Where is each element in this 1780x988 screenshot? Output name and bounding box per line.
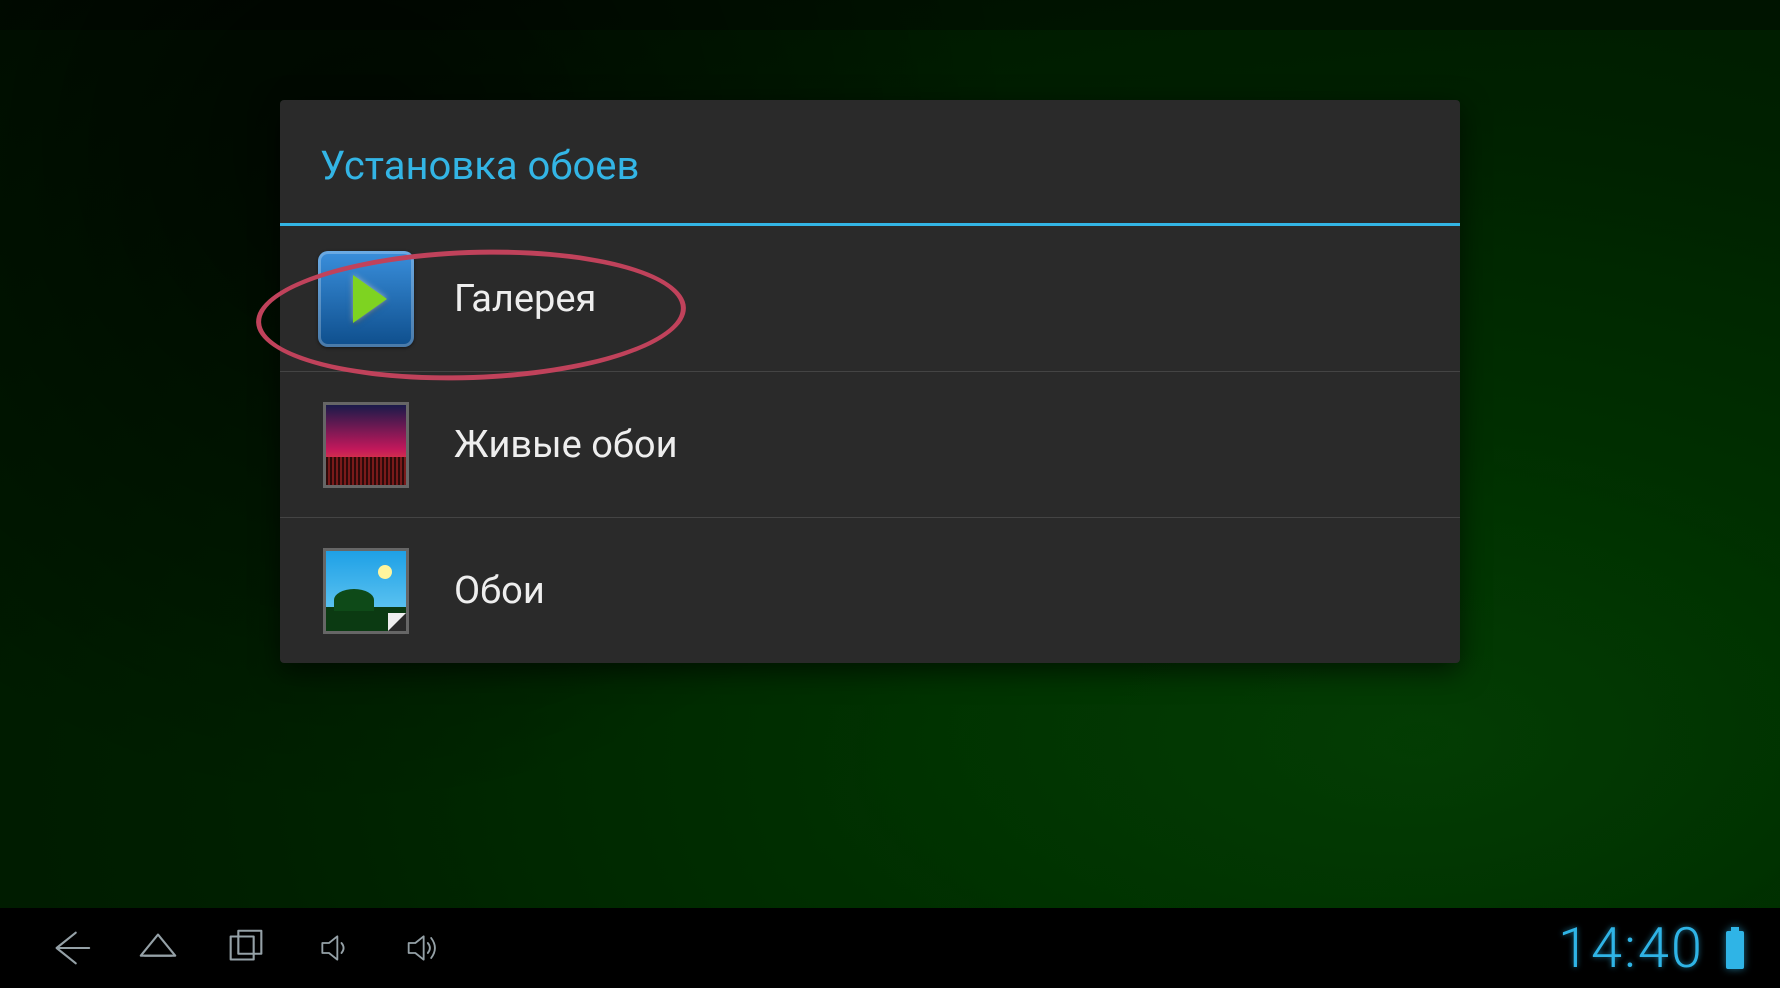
home-icon <box>135 925 181 971</box>
gallery-icon <box>318 251 414 347</box>
status-bar <box>0 0 1780 30</box>
recent-apps-button[interactable] <box>202 918 290 978</box>
volume-down-icon <box>314 928 354 968</box>
battery-icon <box>1724 927 1746 969</box>
back-button[interactable] <box>26 918 114 978</box>
option-label: Живые обои <box>454 423 678 467</box>
volume-up-icon <box>402 928 442 968</box>
back-icon <box>47 925 93 971</box>
home-button[interactable] <box>114 918 202 978</box>
dialog-title: Установка обоев <box>280 100 1460 226</box>
option-label: Обои <box>454 569 545 613</box>
recent-apps-icon <box>223 925 269 971</box>
option-live-wallpapers[interactable]: Живые обои <box>280 372 1460 518</box>
clock[interactable]: 14:40 <box>1558 915 1704 981</box>
volume-up-button[interactable] <box>378 918 466 978</box>
option-wallpapers[interactable]: Обои <box>280 518 1460 663</box>
wallpapers-icon <box>318 543 414 639</box>
battery-indicator[interactable] <box>1724 927 1746 969</box>
set-wallpaper-dialog: Установка обоев Галерея Живые обои Обои <box>280 100 1460 663</box>
live-wallpaper-icon <box>318 397 414 493</box>
option-label: Галерея <box>454 277 596 321</box>
volume-down-button[interactable] <box>290 918 378 978</box>
system-nav-bar: 14:40 <box>0 908 1780 988</box>
option-gallery[interactable]: Галерея <box>280 226 1460 372</box>
